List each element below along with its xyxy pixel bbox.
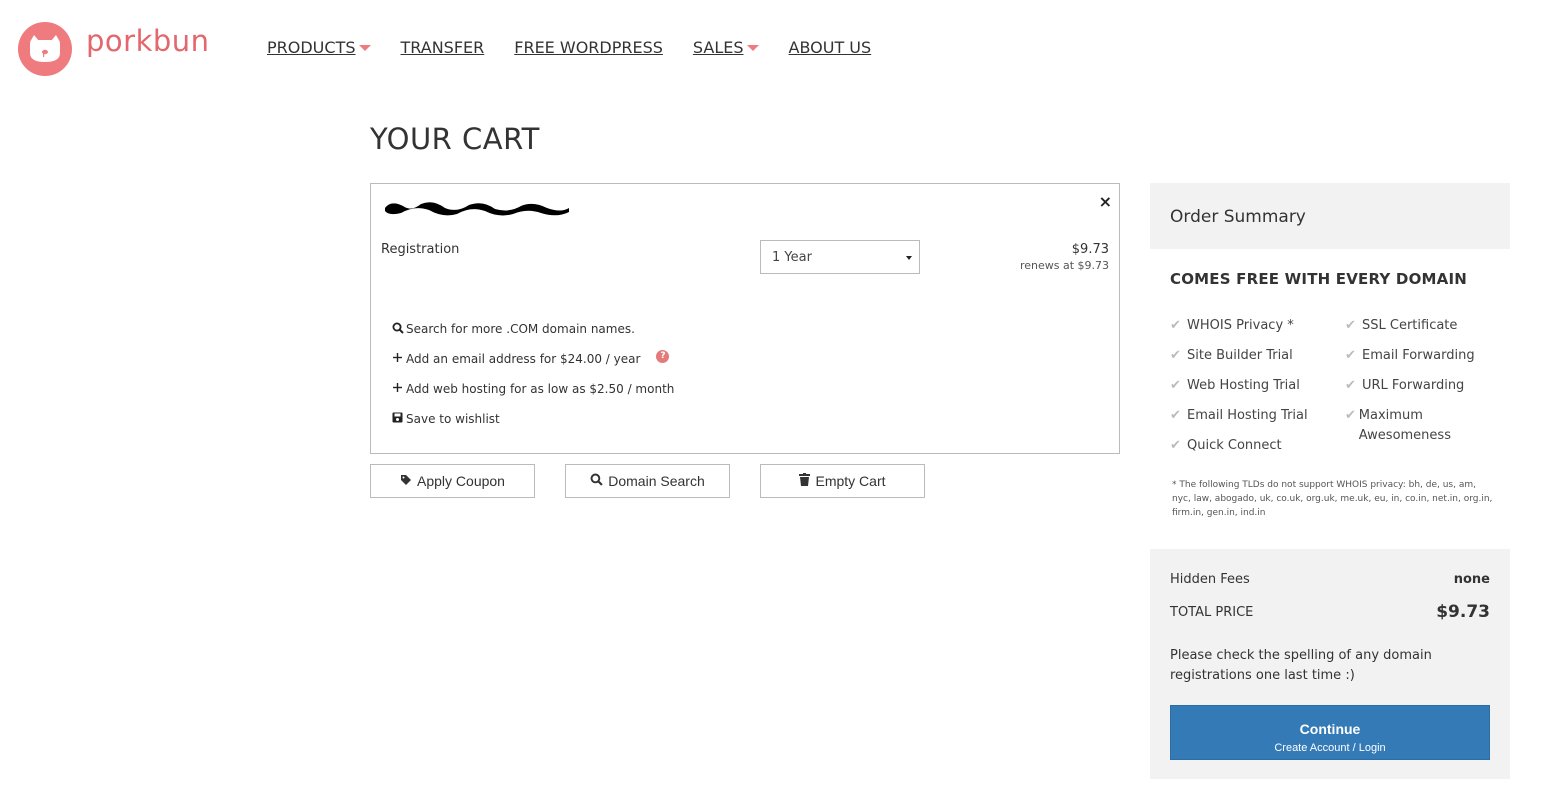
- feature-item: ✔ Site Builder Trial: [1170, 346, 1293, 366]
- help-icon[interactable]: ?: [656, 349, 670, 363]
- item-price: $9.73 renews at $9.73: [1020, 242, 1109, 272]
- check-icon: ✔: [1170, 318, 1181, 333]
- check-icon: ✔: [1345, 318, 1356, 333]
- page-title: YOUR CART: [370, 122, 540, 156]
- cart-item-actions: Search for more .COM domain names. Add a…: [392, 314, 674, 434]
- save-wishlist-label: Save to wishlist: [406, 412, 500, 426]
- chevron-down-icon: [746, 44, 759, 51]
- nav-products-label: PRODUCTS: [267, 38, 356, 57]
- totals-panel: Hidden Fees none TOTAL PRICE $9.73 Pleas…: [1150, 549, 1510, 779]
- chevron-down-icon: [906, 256, 912, 260]
- feature-item: ✔ Email Forwarding: [1345, 346, 1475, 366]
- search-icon: [590, 473, 603, 489]
- feature-item: ✔ WHOIS Privacy *: [1170, 316, 1294, 336]
- check-icon: ✔: [1345, 348, 1356, 363]
- check-icon: ✔: [1170, 438, 1181, 453]
- search-more-link[interactable]: Search for more .COM domain names.: [392, 314, 674, 344]
- feature-label: WHOIS Privacy *: [1187, 318, 1294, 333]
- feature-item: ✔ Quick Connect: [1170, 436, 1282, 456]
- nav-free-wordpress[interactable]: FREE WORDPRESS: [514, 38, 663, 57]
- cart-item: × Registration 1 Year $9.73 renews at $9…: [370, 183, 1120, 454]
- chevron-down-icon: [358, 44, 371, 51]
- feature-item: ✔ URL Forwarding: [1345, 376, 1464, 396]
- save-wishlist-link[interactable]: Save to wishlist: [392, 404, 674, 434]
- hidden-fees-label: Hidden Fees: [1170, 572, 1250, 587]
- free-features-title: COMES FREE WITH EVERY DOMAIN: [1170, 270, 1467, 288]
- domain-search-button[interactable]: Domain Search: [565, 464, 730, 498]
- brand-name: porkbun: [86, 24, 210, 58]
- main-nav: PRODUCTS TRANSFER FREE WORDPRESS SALES A…: [267, 38, 901, 57]
- nav-about-us-label: ABOUT US: [788, 38, 872, 57]
- feature-item: ✔ Maximum Awesomeness: [1345, 406, 1485, 446]
- trash-icon: [799, 473, 811, 489]
- feature-label: Email Forwarding: [1362, 348, 1475, 363]
- nav-transfer[interactable]: TRANSFER: [401, 38, 485, 57]
- total-price-row: TOTAL PRICE $9.73: [1170, 602, 1490, 622]
- nav-free-wordpress-label: FREE WORDPRESS: [514, 38, 663, 57]
- total-price-value: $9.73: [1436, 602, 1490, 622]
- domain-search-label: Domain Search: [608, 473, 705, 489]
- term-select[interactable]: 1 Year: [760, 240, 920, 274]
- add-hosting-label: Add web hosting for as low as $2.50 / mo…: [406, 382, 675, 396]
- empty-cart-button[interactable]: Empty Cart: [760, 464, 925, 498]
- empty-cart-label: Empty Cart: [815, 473, 886, 489]
- plus-icon: [392, 382, 405, 396]
- term-select-value: 1 Year: [772, 250, 812, 265]
- porkbun-logo[interactable]: porkbun: [18, 22, 210, 76]
- feature-label: Web Hosting Trial: [1187, 378, 1300, 393]
- nav-sales[interactable]: SALES: [693, 38, 759, 57]
- add-hosting-link[interactable]: Add web hosting for as low as $2.50 / mo…: [392, 374, 674, 404]
- total-price-label: TOTAL PRICE: [1170, 604, 1254, 620]
- renewal-price: renews at $9.73: [1019, 259, 1109, 272]
- feature-label: URL Forwarding: [1362, 378, 1465, 393]
- tag-icon: [400, 474, 412, 489]
- feature-item: ✔ Web Hosting Trial: [1170, 376, 1300, 396]
- feature-label: Email Hosting Trial: [1187, 408, 1308, 423]
- feature-label: Quick Connect: [1187, 438, 1282, 453]
- feature-item: ✔ SSL Certificate: [1345, 316, 1457, 336]
- nav-about-us[interactable]: ABOUT US: [789, 38, 872, 57]
- check-icon: ✔: [1345, 378, 1356, 393]
- registration-label: Registration: [381, 242, 460, 257]
- apply-coupon-label: Apply Coupon: [417, 473, 505, 489]
- continue-sublabel: Create Account / Login: [1274, 741, 1386, 754]
- add-email-label: Add an email address for $24.00 / year: [406, 352, 641, 366]
- remove-item-button[interactable]: ×: [1099, 192, 1112, 211]
- save-icon: [392, 412, 405, 426]
- spelling-note: Please check the spelling of any domain …: [1170, 648, 1432, 683]
- whois-footnote: * The following TLDs do not support WHOI…: [1172, 480, 1493, 518]
- search-more-label: Search for more .COM domain names.: [406, 322, 635, 336]
- pig-logo-icon: [18, 22, 72, 76]
- feature-label: Maximum Awesomeness: [1358, 408, 1451, 443]
- redacted-domain-name: [385, 202, 569, 216]
- continue-label: Continue: [1299, 720, 1361, 737]
- order-summary-header: Order Summary: [1150, 183, 1510, 249]
- order-summary-title: Order Summary: [1170, 207, 1306, 227]
- feature-item: ✔ Email Hosting Trial: [1170, 406, 1308, 426]
- nav-transfer-label: TRANSFER: [400, 38, 485, 57]
- hidden-fees-value: none: [1453, 572, 1490, 587]
- check-icon: ✔: [1170, 408, 1181, 423]
- check-icon: ✔: [1170, 348, 1181, 363]
- check-icon: ✔: [1170, 378, 1181, 393]
- search-icon: [392, 322, 405, 337]
- nav-sales-label: SALES: [692, 38, 744, 57]
- price-value: $9.73: [1071, 242, 1109, 257]
- nav-products[interactable]: PRODUCTS: [267, 38, 371, 57]
- continue-button[interactable]: Continue Create Account / Login: [1170, 705, 1490, 760]
- feature-label: Site Builder Trial: [1187, 348, 1293, 363]
- check-icon: ✔: [1345, 408, 1356, 423]
- feature-label: SSL Certificate: [1362, 318, 1458, 333]
- hidden-fees-row: Hidden Fees none: [1170, 572, 1490, 587]
- apply-coupon-button[interactable]: Apply Coupon: [370, 464, 535, 498]
- plus-icon: [392, 352, 405, 366]
- add-email-link[interactable]: Add an email address for $24.00 / year ?: [392, 344, 674, 374]
